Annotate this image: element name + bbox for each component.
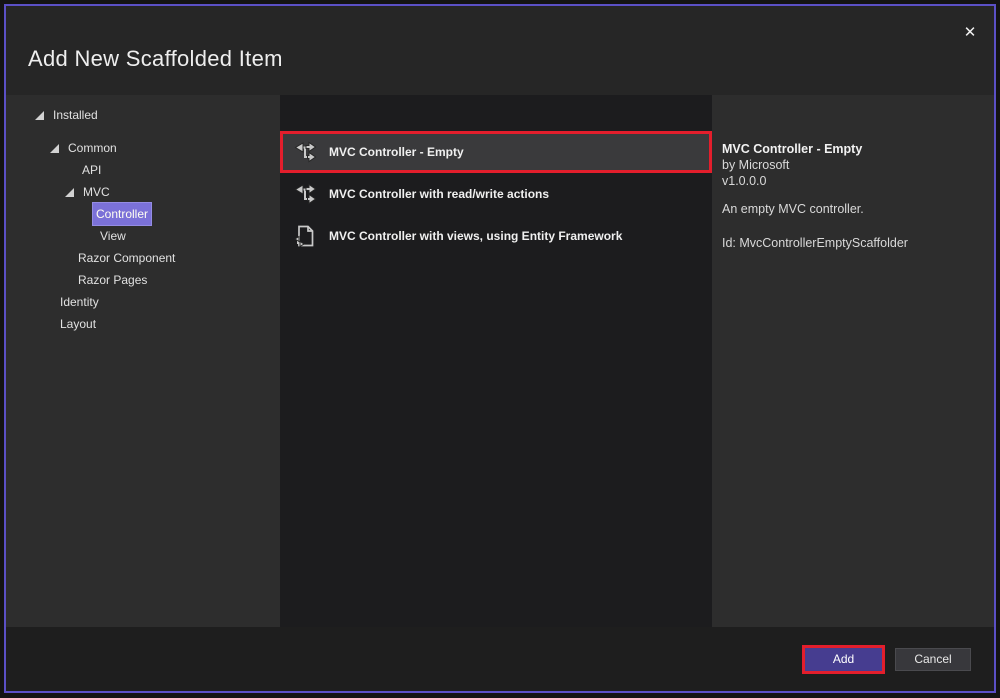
tree-item-identity[interactable]: Identity [6,291,280,313]
details-title: MVC Controller - Empty [722,141,982,157]
category-tree: Installed Common API MVC Controller View… [6,95,280,627]
list-item-mvc-controller-views-ef[interactable]: MVC Controller with views, using Entity … [280,215,712,257]
title-bar: Add New Scaffolded Item ✕ [6,6,994,95]
expand-arrow-icon[interactable] [50,144,64,153]
tree-item-view[interactable]: View [6,225,280,247]
expand-arrow-icon[interactable] [35,111,49,120]
list-item-mvc-controller-readwrite[interactable]: MVC Controller with read/write actions [280,173,712,215]
details-description: An empty MVC controller. [722,201,982,217]
close-icon[interactable]: ✕ [956,19,984,45]
tree-item-razor-pages[interactable]: Razor Pages [6,269,280,291]
tree-item-layout[interactable]: Layout [6,313,280,335]
details-author: by Microsoft [722,157,982,173]
expand-arrow-icon[interactable] [65,188,79,197]
mvc-controller-icon [291,139,317,165]
dialog-title: Add New Scaffolded Item [28,46,283,72]
details-version: v1.0.0.0 [722,173,982,189]
annotation-highlight: Add [802,645,885,674]
add-new-scaffolded-item-dialog: Add New Scaffolded Item ✕ Installed Comm… [4,4,996,693]
list-item-mvc-controller-empty[interactable]: MVC Controller - Empty [280,131,712,173]
tree-item-common[interactable]: Common [6,137,280,159]
tree-item-razor-component[interactable]: Razor Component [6,247,280,269]
mvc-controller-icon [291,181,317,207]
tree-item-controller[interactable]: Controller [6,203,280,225]
tree-item-api[interactable]: API [6,159,280,181]
template-list: MVC Controller - Empty MVC Controller wi… [280,95,712,627]
tree-item-installed[interactable]: Installed [6,104,280,126]
selected-tree-node: Controller [92,202,152,226]
tree-item-mvc[interactable]: MVC [6,181,280,203]
dialog-footer: Add Cancel [6,627,994,691]
details-id: Id: MvcControllerEmptyScaffolder [722,235,982,251]
add-button[interactable]: Add [805,648,882,671]
cancel-button[interactable]: Cancel [895,648,971,671]
mvc-controller-views-icon [291,223,317,249]
dialog-content: Installed Common API MVC Controller View… [6,95,994,627]
details-panel: MVC Controller - Empty by Microsoft v1.0… [712,95,994,627]
